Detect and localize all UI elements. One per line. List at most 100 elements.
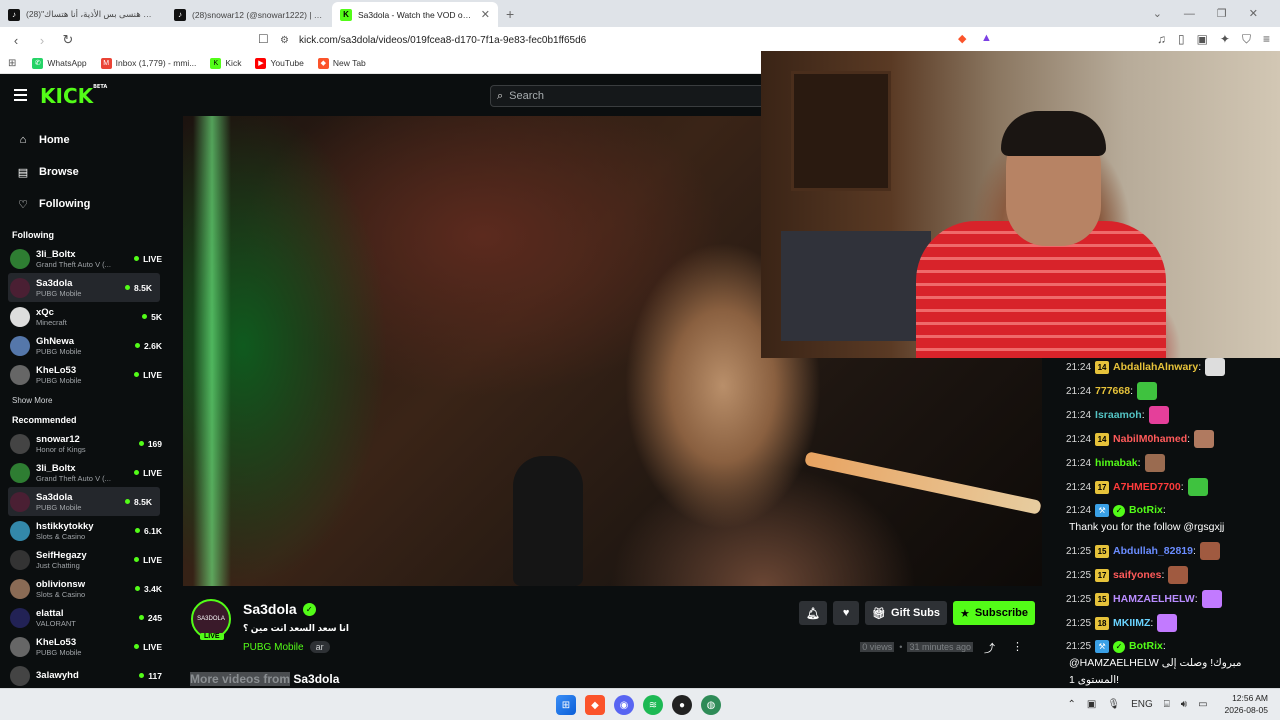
brave-shield-icon[interactable]: ◆ bbox=[958, 32, 966, 45]
chat-username[interactable]: 777668 bbox=[1095, 383, 1130, 400]
hamburger-menu-icon[interactable] bbox=[14, 89, 27, 101]
brave-rewards-icon[interactable]: ▲ bbox=[981, 32, 992, 44]
chat-username[interactable]: Israamoh bbox=[1095, 407, 1142, 424]
more-videos-channel[interactable]: Sa3dola bbox=[293, 672, 339, 686]
chat-username[interactable]: A7HMED7700 bbox=[1113, 479, 1181, 496]
discord-icon[interactable]: ◉ bbox=[614, 695, 634, 715]
chat-time: 21:25 bbox=[1066, 593, 1092, 605]
verified-icon: ✓ bbox=[1113, 504, 1126, 517]
kick-logo[interactable]: KICKBETA bbox=[40, 84, 107, 108]
clock-date: 2026-08-05 bbox=[1224, 705, 1268, 715]
nav-browse[interactable]: ▤ Browse bbox=[0, 156, 170, 188]
spotify-icon[interactable]: ≋ bbox=[643, 695, 663, 715]
bot-badge-icon: ⚒ bbox=[1095, 504, 1110, 517]
channel-item[interactable]: Sa3dola PUBG Mobile 8.5K bbox=[8, 487, 160, 516]
browser-tab-3[interactable]: K Sa3dola - Watch the VOD on Kick ✕ bbox=[332, 2, 498, 27]
restore-icon[interactable]: ❐ bbox=[1217, 7, 1227, 20]
tiktok-icon: ♪ bbox=[8, 8, 20, 21]
close-tab-icon[interactable]: ✕ bbox=[481, 8, 490, 21]
sidebar-icon[interactable]: ▯ bbox=[1178, 32, 1185, 47]
chat-username[interactable]: himabak bbox=[1095, 455, 1138, 472]
bookmark-kick[interactable]: K Kick bbox=[210, 57, 241, 69]
more-options-icon[interactable]: ⋮ bbox=[1012, 640, 1023, 653]
bookmark-icon[interactable]: ☐ bbox=[258, 32, 269, 46]
url-field[interactable]: ⚙ kick.com/sa3dola/videos/019fcea8-d170-… bbox=[280, 31, 950, 49]
notifications-button[interactable]: 🔔︎ bbox=[799, 601, 828, 625]
channel-item[interactable]: xQc Minecraft 5K bbox=[0, 302, 170, 331]
channel-item[interactable]: oblivionsw Slots & Casino 3.4K bbox=[0, 574, 170, 603]
channel-item[interactable]: Sa3dola PUBG Mobile 8.5K bbox=[8, 273, 160, 302]
nav-label: Home bbox=[39, 134, 70, 146]
clock[interactable]: 12:56 AM 2026-08-05 bbox=[1225, 692, 1268, 716]
network-icon[interactable]: ⌸ bbox=[1164, 699, 1170, 710]
channel-category: Honor of Kings bbox=[36, 444, 86, 454]
chat-username[interactable]: saifyones bbox=[1113, 567, 1161, 584]
media-icon[interactable]: ♫ bbox=[1157, 32, 1166, 47]
subscribe-button[interactable]: ★ Subscribe bbox=[952, 601, 1035, 625]
channel-item[interactable]: elattal VALORANT 245 bbox=[0, 603, 170, 632]
chat-username[interactable]: AbdallahAlnwary bbox=[1113, 359, 1198, 376]
channel-item[interactable]: 3li_Boltx Grand Theft Auto V (... LIVE bbox=[0, 244, 170, 273]
nav-following[interactable]: ♡ Following bbox=[0, 188, 170, 220]
chat-username[interactable]: MKIIMZ bbox=[1113, 615, 1150, 632]
minimize-icon[interactable]: — bbox=[1184, 8, 1195, 20]
vpn-icon[interactable]: ⛉ bbox=[1242, 32, 1251, 47]
show-more-button[interactable]: Show More bbox=[0, 389, 170, 411]
language-tag[interactable]: ar bbox=[309, 641, 330, 653]
brave-icon[interactable]: ◆ bbox=[585, 695, 605, 715]
menu-icon[interactable]: ≡ bbox=[1263, 32, 1270, 47]
bookmark-gmail[interactable]: M Inbox (1,779) - mmi... bbox=[100, 57, 196, 69]
channel-item[interactable]: SeifHegazy Just Chatting LIVE bbox=[0, 545, 170, 574]
bookmark-whatsapp[interactable]: ✆ WhatsApp bbox=[32, 57, 87, 69]
sub-badge: 14 bbox=[1095, 432, 1110, 446]
channel-item[interactable]: hstikkytokky Slots & Casino 6.1K bbox=[0, 516, 170, 545]
chat-username[interactable]: NabilM0hamed bbox=[1113, 431, 1187, 448]
channel-item[interactable]: 3alawyhd 117 bbox=[0, 661, 170, 690]
leo-icon[interactable]: ✦ bbox=[1220, 32, 1230, 47]
chat-username[interactable]: Abdullah_82819 bbox=[1113, 543, 1193, 560]
tray-app-icon[interactable]: ▣ bbox=[1087, 699, 1096, 710]
chat-username[interactable]: BotRix bbox=[1129, 502, 1163, 519]
obs-icon[interactable]: ● bbox=[672, 695, 692, 715]
site-info-icon[interactable]: ⚙ bbox=[280, 35, 289, 46]
wallet-icon[interactable]: ▣ bbox=[1197, 32, 1208, 47]
bookmark-new-tab[interactable]: ◆ New Tab bbox=[317, 57, 366, 69]
chat-username[interactable]: HAMZAELHELW bbox=[1113, 591, 1195, 608]
chat-username[interactable]: BotRix bbox=[1129, 638, 1163, 655]
follow-button[interactable]: ♥ bbox=[833, 601, 860, 625]
channel-item[interactable]: 3li_Boltx Grand Theft Auto V (... LIVE bbox=[0, 458, 170, 487]
chat-message: 21:25 15 HAMZAELHELW: bbox=[1066, 590, 1280, 608]
forward-icon[interactable]: › bbox=[32, 33, 52, 48]
gift-subs-label: Gift Subs bbox=[891, 607, 940, 619]
battery-icon[interactable]: ▭ bbox=[1198, 699, 1207, 710]
browser-tab-1[interactable]: ♪ (28)"مش هنسى بس الأذية، أنا هتساك" bbox=[0, 2, 166, 27]
chevron-up-icon[interactable]: ⌃ bbox=[1068, 699, 1076, 710]
channel-name[interactable]: Sa3dola ✓ bbox=[243, 601, 320, 617]
channel-avatar bbox=[10, 462, 30, 483]
search-input[interactable]: ⌕ Search bbox=[490, 85, 770, 107]
channel-item[interactable]: KheLo53 PUBG Mobile LIVE bbox=[0, 632, 170, 661]
volume-icon[interactable]: 🔊︎ bbox=[1181, 699, 1187, 710]
chevron-down-icon[interactable]: ⌄ bbox=[1153, 7, 1162, 20]
gift-subs-button[interactable]: 🎁︎ Gift Subs bbox=[865, 601, 947, 625]
back-icon[interactable]: ‹ bbox=[6, 33, 26, 48]
new-tab-icon[interactable]: + bbox=[506, 6, 514, 22]
bookmark-youtube[interactable]: ▶ YouTube bbox=[255, 57, 304, 69]
reload-icon[interactable]: ↻ bbox=[58, 32, 78, 48]
browser-tab-2[interactable]: ♪ (28)snowar12 (@snowar1222) | TikTok bbox=[166, 2, 332, 27]
live-dot-icon bbox=[139, 673, 145, 678]
category-link[interactable]: PUBG Mobile bbox=[243, 642, 304, 653]
heart-icon: ♡ bbox=[18, 198, 28, 211]
channel-item[interactable]: GhNewa PUBG Mobile 2.6K bbox=[0, 331, 170, 360]
close-window-icon[interactable]: ✕ bbox=[1249, 7, 1258, 20]
share-icon[interactable]: ⤴ bbox=[984, 640, 995, 656]
windows-start-icon[interactable]: ⊞ bbox=[556, 695, 576, 715]
apps-grid-icon[interactable]: ⊞ bbox=[8, 58, 16, 69]
nav-home[interactable]: ⌂ Home bbox=[0, 124, 170, 156]
video-meta: 0 views • 31 minutes ago bbox=[860, 642, 973, 652]
globe-app-icon[interactable]: ◍ bbox=[701, 695, 721, 715]
language-indicator[interactable]: ENG bbox=[1131, 699, 1153, 710]
microphone-icon[interactable]: 🎙︎ bbox=[1107, 699, 1120, 710]
channel-item[interactable]: KheLo53 PUBG Mobile LIVE bbox=[0, 360, 170, 389]
channel-item[interactable]: snowar12 Honor of Kings 169 bbox=[0, 429, 170, 458]
